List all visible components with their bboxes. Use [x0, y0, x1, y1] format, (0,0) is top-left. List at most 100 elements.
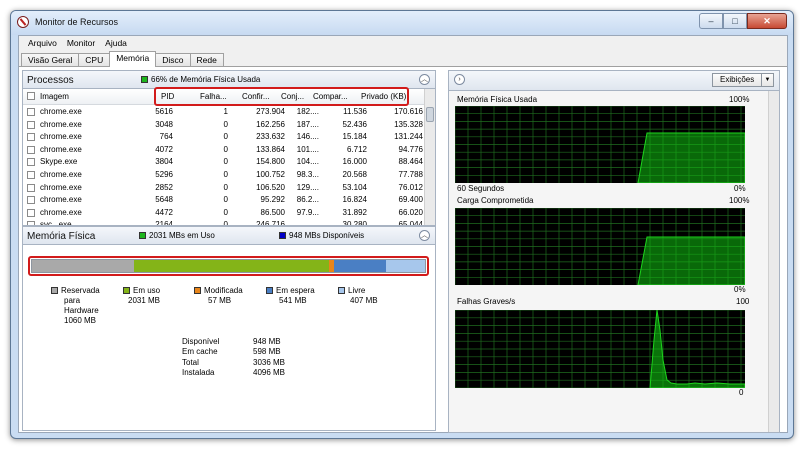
- in-use-legend-icon: [139, 232, 146, 239]
- menu-arquivo[interactable]: Arquivo: [23, 36, 62, 50]
- table-row[interactable]: chrome.exe 3048 0 162.256 187.... 52.436 135.3…: [23, 119, 427, 131]
- tab-rede[interactable]: Rede: [189, 53, 224, 67]
- row-checkbox[interactable]: [27, 108, 35, 116]
- graph2-min: 0%: [734, 285, 746, 294]
- row-checkbox[interactable]: [27, 133, 35, 142]
- tab-cpu[interactable]: CPU: [78, 53, 111, 67]
- row-checkbox[interactable]: [27, 145, 35, 154]
- table-row[interactable]: Skype.exe 3804 0 154.800 104.... 16.000 88.464: [23, 156, 427, 168]
- legend-free: Livre 407 MB: [338, 286, 378, 306]
- reserved-color-swatch: [51, 287, 58, 294]
- table-cell: 20.568: [342, 170, 367, 179]
- row-checkbox[interactable]: [27, 183, 35, 192]
- legend-value: 541 MB: [279, 296, 307, 305]
- table-row[interactable]: chrome.exe 5616 1 273.904 182.... 11.536 170.6…: [23, 106, 427, 118]
- modified-color-swatch: [194, 287, 201, 294]
- process-name-cell: chrome.exe: [40, 170, 82, 179]
- table-cell: 0: [223, 119, 228, 129]
- graph1-footer: 60 Segundos: [457, 184, 505, 193]
- memory-usage-area: [637, 132, 745, 183]
- table-cell: 131.244: [394, 132, 423, 142]
- stat-value: 4096 MB: [253, 367, 286, 377]
- stat-value: 948 MB: [253, 337, 281, 346]
- physical-memory-title: Memória Física: [27, 231, 96, 242]
- table-cell: 52.436: [342, 119, 367, 129]
- stat-label: Em cache: [182, 347, 218, 357]
- physical-memory-graph: [455, 106, 745, 183]
- memory-usage-summary: 66% de Memória Física Usada: [141, 75, 260, 84]
- maximize-button[interactable]: □: [723, 13, 747, 29]
- table-cell: 5296: [155, 170, 173, 179]
- scroll-thumb[interactable]: [426, 107, 434, 122]
- legend-standby: Em espera 541 MB: [266, 286, 315, 306]
- physical-memory-header[interactable]: Memória Física 2031 MBs em Uso 948 MBs D…: [22, 226, 436, 245]
- row-checkbox[interactable]: [27, 171, 35, 179]
- table-cell: 76.012: [398, 182, 423, 192]
- table-row[interactable]: chrome.exe 5296 0 100.752 98.3... 20.568 77.78…: [23, 169, 427, 181]
- menu-bar: Arquivo Monitor Ajuda: [19, 36, 787, 50]
- table-row[interactable]: chrome.exe 764 0 233.632 146.... 15.184 131.24…: [23, 131, 427, 143]
- legend-value: 1060 MB: [64, 316, 97, 325]
- minimize-button[interactable]: –: [699, 13, 723, 29]
- table-cell: 88.464: [398, 157, 423, 167]
- table-cell: 182....: [296, 107, 319, 116]
- views-button[interactable]: Exibições ▼: [712, 73, 774, 87]
- processes-table: Imagem PID Falha... Confir... Conj... Co…: [22, 89, 436, 226]
- table-cell: 69.400: [398, 195, 423, 205]
- table-cell: 0: [223, 157, 228, 167]
- graph3-max: 100: [736, 297, 750, 306]
- menu-ajuda[interactable]: Ajuda: [100, 36, 132, 50]
- legend-reserved: Reservada para Hardware 1060 MB: [51, 286, 100, 326]
- graph1-title: Memória Física Usada: [457, 95, 538, 104]
- legend-value: 2031 MB: [128, 296, 161, 305]
- available-legend-icon: [279, 232, 286, 239]
- collapse-memory-icon[interactable]: ︿: [419, 230, 430, 241]
- processes-title: Processos: [27, 75, 74, 86]
- select-all-checkbox[interactable]: [27, 92, 35, 100]
- table-cell: 106.520: [256, 182, 285, 192]
- collapse-processes-icon[interactable]: ︿: [419, 74, 430, 85]
- legend-label: Modificada: [204, 286, 243, 295]
- in-use-summary: 2031 MBs em Uso: [139, 231, 215, 240]
- available-text: 948 MBs Disponíveis: [289, 231, 365, 240]
- resource-monitor-icon: [17, 16, 29, 28]
- table-row[interactable]: chrome.exe 2852 0 106.520 129.... 53.104 76.01…: [23, 182, 427, 194]
- table-row[interactable]: svc...exe 2164 0 246.716... 30.280 65.044: [23, 219, 427, 225]
- memory-usage-legend-icon: [141, 76, 148, 83]
- chevron-down-icon[interactable]: ▼: [761, 74, 773, 86]
- table-row[interactable]: chrome.exe 5648 0 95.292 86.2... 16.824 69.400: [23, 194, 427, 206]
- table-cell: 0: [223, 182, 228, 192]
- graph-grid: [455, 310, 745, 388]
- tab-visao-geral[interactable]: Visão Geral: [21, 53, 80, 67]
- row-checkbox[interactable]: [27, 158, 35, 167]
- legend-label: Livre: [348, 286, 366, 295]
- table-cell: 31.892: [342, 207, 367, 217]
- table-cell: 6.712: [346, 144, 367, 154]
- title-bar[interactable]: Monitor de Recursos – □ ✕: [11, 11, 793, 35]
- tab-memoria[interactable]: Memória: [109, 51, 157, 67]
- menu-monitor[interactable]: Monitor: [62, 36, 100, 50]
- table-row[interactable]: chrome.exe 4472 0 86.500 97.9... 31.892 66.020: [23, 207, 427, 219]
- table-cell: 764: [159, 132, 173, 142]
- resource-monitor-window: Monitor de Recursos – □ ✕ Arquivo Monito…: [10, 10, 794, 439]
- col-imagem[interactable]: Imagem: [40, 92, 69, 101]
- available-summary: 948 MBs Disponíveis: [279, 231, 364, 240]
- processes-scrollbar[interactable]: [424, 89, 435, 225]
- table-cell: 4072: [155, 144, 173, 154]
- graph2-title: Carga Comprometida: [457, 196, 534, 205]
- legend-label: Hardware: [64, 306, 99, 315]
- tab-strip: Visão Geral CPU Memória Disco Rede: [21, 51, 224, 67]
- row-checkbox[interactable]: [27, 208, 35, 217]
- table-row[interactable]: chrome.exe 4072 0 133.864 101.... 6.712 94.776: [23, 144, 427, 156]
- tab-disco[interactable]: Disco: [155, 53, 191, 67]
- graphs-scrollbar[interactable]: [768, 91, 779, 432]
- process-name-cell: chrome.exe: [40, 119, 82, 129]
- table-cell: 233.632: [256, 132, 285, 142]
- highlight-memory-bar: [28, 256, 429, 276]
- row-checkbox[interactable]: [27, 196, 35, 205]
- row-checkbox[interactable]: [27, 120, 35, 129]
- close-button[interactable]: ✕: [747, 13, 787, 29]
- table-cell: 133.864: [256, 144, 285, 154]
- process-name-cell: chrome.exe: [40, 144, 82, 154]
- expand-graphs-icon[interactable]: ›: [454, 74, 465, 85]
